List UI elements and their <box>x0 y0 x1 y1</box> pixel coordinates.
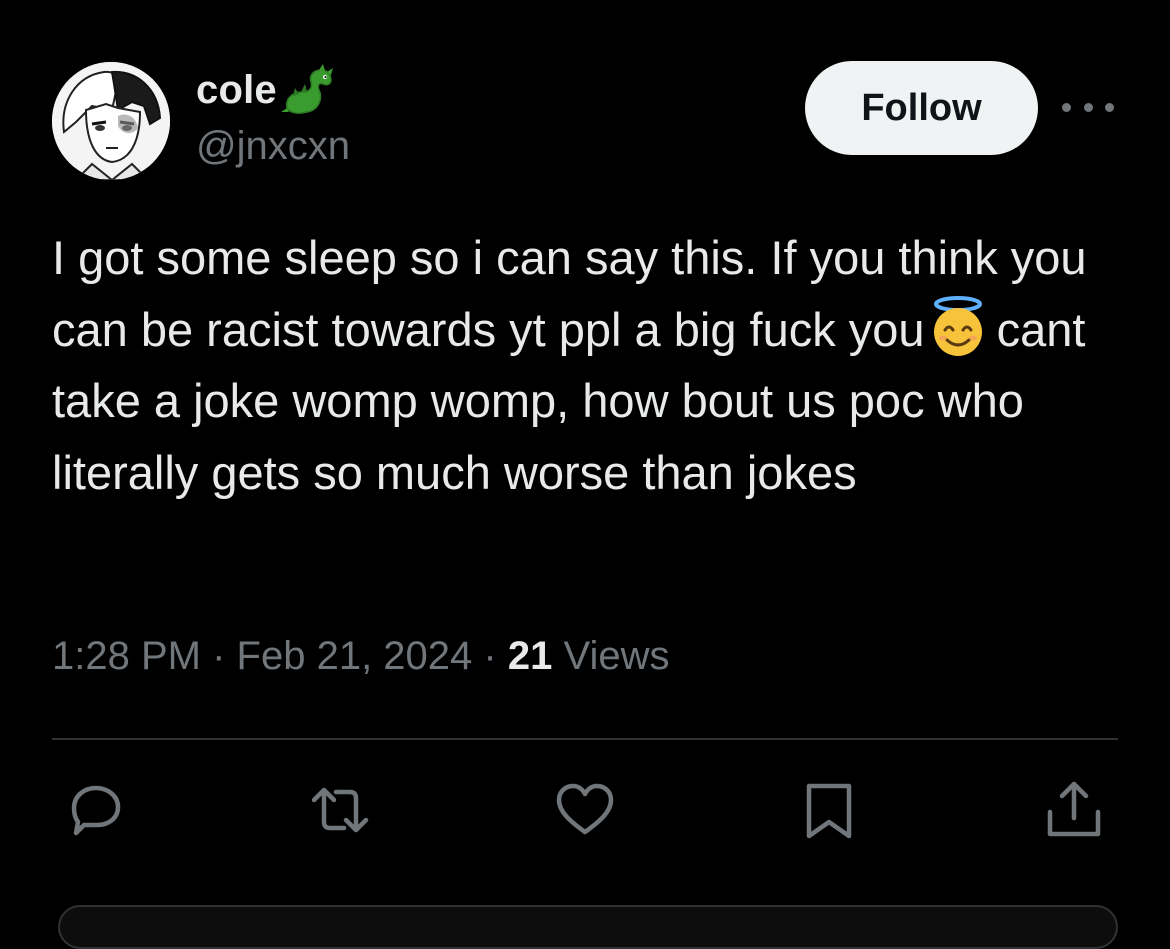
follow-button[interactable]: Follow <box>805 61 1038 155</box>
dragon-emoji-icon <box>279 62 339 118</box>
smiling-face-with-halo-icon <box>927 295 989 358</box>
meta-separator: · <box>483 634 497 678</box>
avatar-image <box>52 62 170 180</box>
more-horizontal-icon[interactable] <box>1062 92 1114 122</box>
reply-icon <box>71 785 121 836</box>
meta-separator: · <box>212 634 226 678</box>
author-handle[interactable]: @jnxcxn <box>196 124 350 169</box>
reply-composer-bar[interactable] <box>58 905 1118 949</box>
tweet-text: I got some sleep so i can say this. If y… <box>52 222 1132 508</box>
more-dot <box>1062 102 1071 112</box>
bookmark-icon <box>806 783 852 839</box>
heart-icon <box>556 783 614 835</box>
retweet-icon <box>311 787 369 833</box>
views-count[interactable]: 21 <box>508 634 553 678</box>
divider <box>52 738 1118 740</box>
tweet-detail: cole @jnxcxn Follow I got some sleep so … <box>0 0 1170 949</box>
like-button[interactable] <box>553 778 617 842</box>
reply-button[interactable] <box>64 778 128 842</box>
display-name[interactable]: cole <box>196 68 277 113</box>
retweet-button[interactable] <box>308 778 372 842</box>
avatar[interactable] <box>52 62 170 180</box>
share-icon <box>1047 781 1101 837</box>
tweet-meta: 1:28 PM · Feb 21, 2024 · 21 Views <box>52 634 669 679</box>
bookmark-button[interactable] <box>797 778 861 842</box>
tweet-date[interactable]: Feb 21, 2024 <box>237 634 473 678</box>
author-name-row[interactable]: cole <box>196 62 339 118</box>
views-label[interactable]: Views <box>564 634 670 678</box>
share-button[interactable] <box>1042 778 1106 842</box>
more-dot <box>1105 102 1114 112</box>
tweet-time[interactable]: 1:28 PM <box>52 634 201 678</box>
more-dot <box>1083 102 1093 112</box>
